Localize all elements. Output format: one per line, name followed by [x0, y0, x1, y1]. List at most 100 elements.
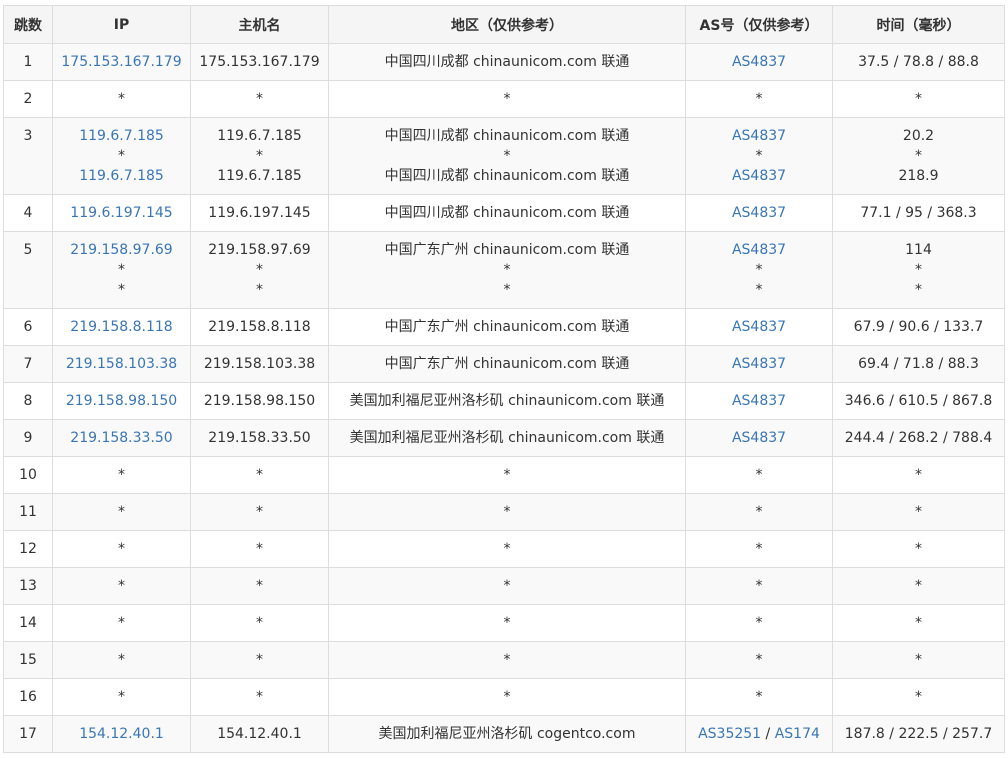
location-value: * [503, 541, 511, 557]
as-link[interactable]: AS35251 [698, 726, 761, 742]
hostname-cell: 219.158.8.118 [190, 308, 329, 346]
table-row: 2 * * * * * [3, 80, 1005, 118]
hop-number: 1 [23, 54, 33, 70]
location-value: * [503, 504, 511, 520]
ip-cell: * [52, 530, 191, 568]
as-line: AS4837 [686, 428, 832, 448]
hostname-cell: 219.158.97.69 * * [190, 231, 329, 309]
hostname-value: 119.6.7.185 [217, 168, 302, 184]
time-cell: * [832, 678, 1005, 716]
ip-value: * [118, 578, 125, 594]
hostname-cell: * [190, 678, 329, 716]
location-value: 中国四川成都 chinaunicom.com 联通 [384, 205, 630, 221]
as-line: AS4837 [686, 240, 832, 260]
ip-cell: 219.158.8.118 [52, 308, 191, 346]
location-cell: 中国广东广州 chinaunicom.com 联通 [328, 345, 686, 383]
as-link[interactable]: AS4837 [732, 393, 786, 409]
ip-value: * [118, 148, 125, 164]
as-link[interactable]: AS4837 [732, 319, 786, 335]
hop-cell: 3 [3, 117, 53, 195]
hostname-value: * [256, 282, 263, 298]
as-link[interactable]: AS174 [775, 726, 820, 742]
ip-cell: 219.158.97.69 * * [52, 231, 191, 309]
table-row: 9 219.158.33.50 219.158.33.50 美国加利福尼亚州洛杉矶 c… [3, 419, 1005, 457]
time-cell: * [832, 80, 1005, 118]
time-value: * [915, 541, 922, 557]
ip-cell: 219.158.98.150 [52, 382, 191, 420]
as-line: AS4837 [686, 52, 832, 72]
location-value: * [503, 91, 511, 107]
as-link[interactable]: AS4837 [732, 128, 786, 144]
time-value: 218.9 [898, 168, 939, 184]
location-value: 美国加利福尼亚州洛杉矶 cogentco.com [378, 726, 636, 742]
hop-cell: 13 [3, 567, 53, 605]
as-line: * [686, 89, 832, 109]
time-value: 114 [905, 242, 932, 258]
location-cell: * [328, 530, 686, 568]
as-cell: * [685, 493, 833, 531]
time-value: * [915, 467, 922, 483]
as-line: AS4837 [686, 354, 832, 374]
as-link[interactable]: AS4837 [732, 356, 786, 372]
table-row: 12 * * * * * [3, 530, 1005, 568]
hop-number: 13 [19, 578, 37, 594]
ip-link[interactable]: 219.158.33.50 [53, 428, 190, 448]
hostname-value: 119.6.197.145 [208, 205, 311, 221]
ip-value: * [118, 689, 125, 705]
ip-link[interactable]: 119.6.7.185 [53, 126, 190, 146]
location-value: * [503, 467, 511, 483]
time-value: 187.8 / 222.5 / 257.7 [844, 726, 993, 742]
header-ip: IP [52, 5, 191, 44]
table-row: 10 * * * * * [3, 456, 1005, 494]
ip-value: * [118, 615, 125, 631]
as-link[interactable]: AS4837 [732, 430, 786, 446]
time-cell: 20.2 * 218.9 [832, 117, 1005, 195]
time-value: 69.4 / 71.8 / 88.3 [858, 356, 979, 372]
time-cell: 67.9 / 90.6 / 133.7 [832, 308, 1005, 346]
as-cell: AS4837 [685, 382, 833, 420]
as-link[interactable]: AS4837 [732, 54, 786, 70]
time-cell: * [832, 641, 1005, 679]
ip-link[interactable]: 119.6.197.145 [53, 203, 190, 223]
ip-link[interactable]: 219.158.97.69 [53, 240, 190, 260]
hostname-cell: 119.6.197.145 [190, 194, 329, 232]
time-cell: 114 * * [832, 231, 1005, 309]
as-cell: AS4837 * AS4837 [685, 117, 833, 195]
hostname-cell: 219.158.103.38 [190, 345, 329, 383]
ip-link[interactable]: 175.153.167.179 [53, 52, 190, 72]
header-hop: 跳数 [3, 5, 53, 44]
location-value: * [503, 578, 511, 594]
as-link[interactable]: AS4837 [732, 168, 786, 184]
time-cell: 37.5 / 78.8 / 88.8 [832, 43, 1005, 81]
location-cell: * [328, 678, 686, 716]
hostname-value: 219.158.98.150 [203, 393, 316, 409]
hop-cell: 4 [3, 194, 53, 232]
ip-link[interactable]: 219.158.103.38 [53, 354, 190, 374]
hop-cell: 11 [3, 493, 53, 531]
hostname-value: * [256, 262, 263, 278]
ip-link[interactable]: 119.6.7.185 [53, 166, 190, 186]
location-cell: 中国四川成都 chinaunicom.com 联通 [328, 43, 686, 81]
location-cell: 中国广东广州 chinaunicom.com 联通 * * [328, 231, 686, 309]
time-cell: 77.1 / 95 / 368.3 [832, 194, 1005, 232]
ip-link[interactable]: 219.158.98.150 [53, 391, 190, 411]
ip-cell: 119.6.7.185 * 119.6.7.185 [52, 117, 191, 195]
as-link[interactable]: AS4837 [732, 205, 786, 221]
ip-link[interactable]: 219.158.8.118 [53, 317, 190, 337]
as-link[interactable]: AS4837 [732, 242, 786, 258]
location-value: * [503, 262, 511, 278]
as-value: * [755, 282, 763, 298]
time-value: 346.6 / 610.5 / 867.8 [844, 393, 993, 409]
ip-cell: * [52, 678, 191, 716]
hop-cell: 16 [3, 678, 53, 716]
location-value: 中国广东广州 chinaunicom.com 联通 [384, 242, 630, 258]
as-separator: / [761, 726, 775, 742]
ip-link[interactable]: 154.12.40.1 [53, 724, 190, 744]
table-row: 11 * * * * * [3, 493, 1005, 531]
as-cell: * [685, 456, 833, 494]
hop-cell: 15 [3, 641, 53, 679]
hostname-cell: 219.158.33.50 [190, 419, 329, 457]
as-line: * [686, 465, 832, 485]
hop-number: 12 [19, 541, 37, 557]
location-value: 中国广东广州 chinaunicom.com 联通 [384, 319, 630, 335]
